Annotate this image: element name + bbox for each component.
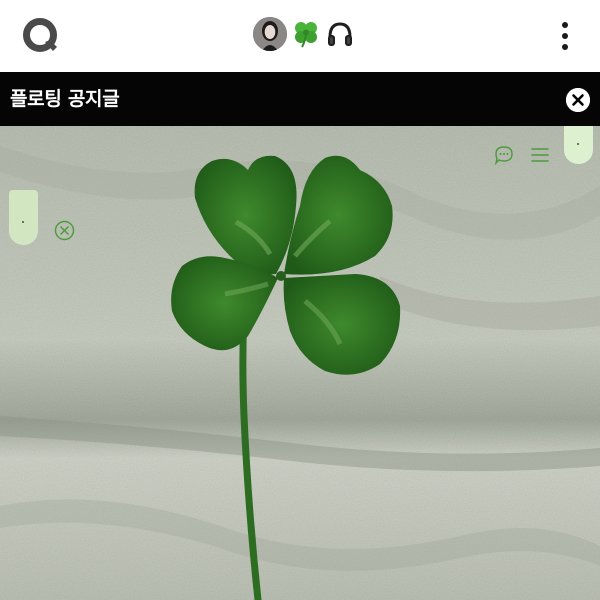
profile-cluster[interactable] — [253, 16, 355, 52]
q-logo-icon[interactable] — [20, 16, 60, 56]
tab-dot — [22, 221, 24, 223]
user-avatar[interactable] — [253, 17, 287, 51]
tab-dot — [577, 143, 579, 145]
chat-bubble-icon[interactable] — [493, 144, 515, 166]
four-leaf-clover-icon — [295, 22, 317, 48]
headphones-icon — [328, 22, 352, 46]
notice-title: 플로팅 공지글 — [10, 88, 120, 110]
app-root: 플로팅 공지글 — [0, 0, 600, 600]
top-header — [0, 0, 600, 72]
right-pull-tab[interactable] — [564, 126, 593, 164]
menu-dot — [562, 22, 568, 28]
floating-notice-bar[interactable]: 플로팅 공지글 — [0, 72, 600, 126]
menu-dot — [562, 33, 568, 39]
menu-dot — [562, 44, 568, 50]
kebab-menu-icon[interactable] — [548, 18, 582, 54]
left-pull-tab[interactable] — [9, 190, 38, 245]
list-icon[interactable] — [529, 145, 551, 165]
close-icon[interactable] — [566, 88, 590, 112]
clover-photo — [0, 126, 600, 600]
close-circle-icon[interactable] — [54, 220, 75, 241]
